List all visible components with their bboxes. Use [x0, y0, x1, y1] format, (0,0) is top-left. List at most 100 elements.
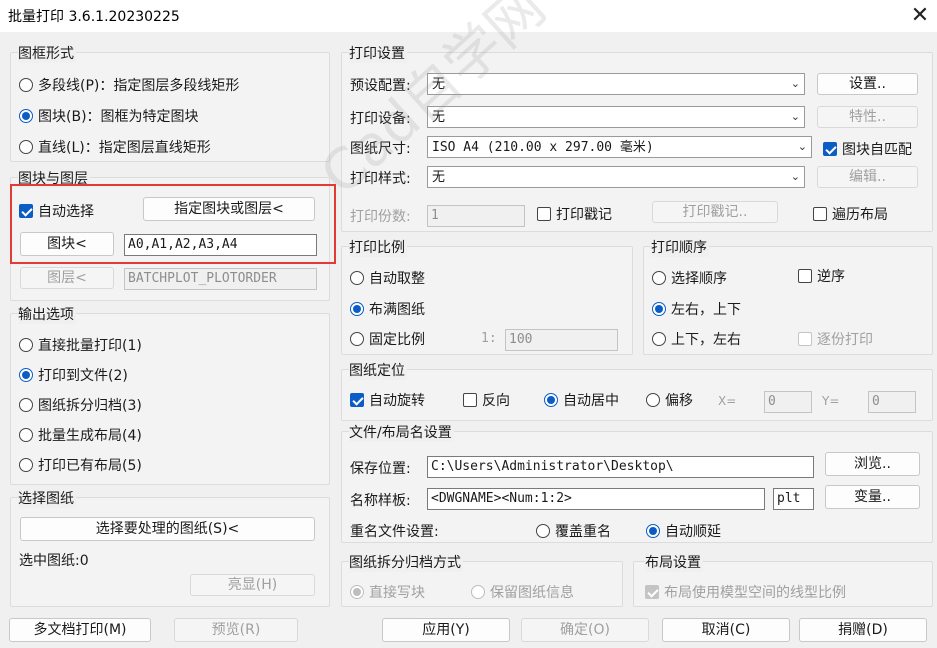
- select-drawings-button[interactable]: 选择要处理的图纸(S)<: [20, 517, 315, 541]
- radio-line[interactable]: 直线(L)：指定图层直线矩形: [19, 137, 211, 157]
- radio-dot: [350, 585, 364, 599]
- apply-button[interactable]: 应用(Y): [382, 618, 510, 642]
- radio-direct-print[interactable]: 直接批量打印(1): [19, 335, 142, 355]
- radio-label: 上下，左右: [671, 332, 741, 348]
- print-order-label: 打印顺序: [651, 237, 709, 257]
- edit-style-button[interactable]: 编辑..: [817, 166, 918, 188]
- radio-label: 偏移: [665, 393, 693, 409]
- checkbox-box: [823, 142, 837, 156]
- ok-button[interactable]: 确定(O): [521, 618, 649, 642]
- checkbox-box: [350, 393, 364, 407]
- browse-button[interactable]: 浏览..: [825, 452, 920, 476]
- radio-label: 图块(B)：图框为特定图块: [38, 109, 199, 125]
- device-label: 打印设备:: [350, 111, 411, 127]
- layer-name-input[interactable]: BATCHPLOT_PLOTORDER: [124, 268, 317, 290]
- stamp-settings-button[interactable]: 打印戳记..: [652, 201, 778, 223]
- donate-button[interactable]: 捐赠(D): [799, 618, 927, 642]
- preview-button[interactable]: 预览(R): [174, 618, 298, 642]
- stamp-checkbox[interactable]: 打印戳记: [537, 204, 612, 224]
- offset-y-input[interactable]: 0: [868, 391, 916, 413]
- chevron-down-icon: ⌄: [790, 110, 800, 123]
- model-ltscale-checkbox[interactable]: 布局使用模型空间的线型比例: [645, 582, 846, 602]
- radio-tb-lr[interactable]: 上下，左右: [652, 329, 741, 349]
- layout-settings-label: 布局设置: [645, 552, 703, 572]
- cancel-button[interactable]: 取消(C): [662, 618, 790, 642]
- radio-label: 打印到文件(2): [38, 368, 128, 384]
- name-template-input[interactable]: <DWGNAME><Num:1:2>: [427, 488, 765, 510]
- radio-auto-round[interactable]: 自动取整: [350, 268, 425, 288]
- paper-position-group: [341, 369, 933, 421]
- radio-label: 批量生成布局(4): [38, 428, 142, 444]
- reverse-direction-checkbox[interactable]: 反向: [463, 390, 510, 410]
- paper-size-select[interactable]: ISO A4 (210.00 x 297.00 毫米) ⌄: [427, 136, 812, 158]
- radio-polyline[interactable]: 多段线(P)：指定图层多段线矩形: [19, 75, 239, 95]
- checkbox-label: 遍历布局: [832, 207, 888, 223]
- radio-dot: [350, 271, 364, 285]
- multi-doc-print-button[interactable]: 多文档打印(M): [9, 618, 151, 642]
- variables-button[interactable]: 变量..: [825, 485, 920, 509]
- filename-label: 文件/布局名设置: [349, 422, 454, 442]
- block-auto-match-checkbox[interactable]: 图块自匹配: [823, 139, 912, 159]
- plot-style-select[interactable]: 无 ⌄: [427, 166, 805, 188]
- checkbox-label: 布局使用模型空间的线型比例: [664, 585, 846, 601]
- radio-dot: [19, 140, 33, 154]
- radio-fixed-scale[interactable]: 固定比例: [350, 329, 425, 349]
- checkbox-box: [645, 585, 659, 599]
- copy-by-copy-checkbox[interactable]: 逐份打印: [798, 329, 873, 349]
- extension-input[interactable]: plt: [773, 488, 814, 510]
- close-icon[interactable]: ✕: [906, 2, 934, 30]
- radio-print-layouts[interactable]: 打印已有布局(5): [19, 455, 142, 475]
- chevron-down-icon: ⌄: [790, 170, 800, 183]
- save-location-input[interactable]: C:\Users\Administrator\Desktop\: [427, 456, 814, 478]
- settings-button[interactable]: 设置..: [817, 73, 918, 95]
- radio-lr-tb[interactable]: 左右，上下: [652, 299, 741, 319]
- ratio-input[interactable]: 100: [505, 329, 618, 351]
- radio-label: 多段线(P)：指定图层多段线矩形: [38, 78, 240, 94]
- preset-value: 无: [432, 77, 446, 92]
- checkbox-label: 逆序: [817, 269, 845, 285]
- radio-keep-info[interactable]: 保留图纸信息: [471, 582, 574, 602]
- paper-position-label: 图纸定位: [349, 360, 407, 380]
- checkbox-box: [798, 332, 812, 346]
- radio-overwrite[interactable]: 覆盖重名: [536, 521, 611, 541]
- highlight-button[interactable]: 亮显(H): [190, 574, 315, 596]
- radio-split-archive[interactable]: 图纸拆分归档(3): [19, 395, 142, 415]
- radio-label: 保留图纸信息: [490, 585, 574, 601]
- radio-label: 直接批量打印(1): [38, 338, 142, 354]
- offset-x-label: X=: [718, 394, 737, 408]
- highlight-frame: [10, 184, 336, 264]
- traverse-layout-checkbox[interactable]: 遍历布局: [813, 204, 888, 224]
- device-select[interactable]: 无 ⌄: [427, 106, 805, 128]
- properties-button[interactable]: 特性..: [817, 106, 918, 128]
- radio-select-order[interactable]: 选择顺序: [652, 268, 727, 288]
- archive-label: 图纸拆分归档方式: [349, 552, 463, 572]
- checkbox-label: 图块自匹配: [842, 142, 912, 158]
- radio-dot: [652, 332, 666, 346]
- offset-y-label: Y=: [822, 394, 840, 408]
- checkbox-box: [813, 207, 827, 221]
- radio-label: 自动顺延: [665, 524, 721, 540]
- paper-label: 图纸尺寸:: [350, 141, 411, 157]
- radio-print-to-file[interactable]: 打印到文件(2): [19, 365, 128, 385]
- radio-auto-increment[interactable]: 自动顺延: [646, 521, 721, 541]
- radio-offset[interactable]: 偏移: [646, 390, 693, 410]
- output-options-label: 输出选项: [18, 304, 76, 324]
- select-drawings-label: 选择图纸: [18, 488, 76, 508]
- radio-write-block[interactable]: 直接写块: [350, 582, 425, 602]
- copies-input[interactable]: 1: [427, 205, 525, 227]
- radio-label: 直接写块: [369, 585, 425, 601]
- radio-dot: [652, 271, 666, 285]
- radio-generate-layouts[interactable]: 批量生成布局(4): [19, 425, 142, 445]
- radio-dot: [350, 302, 364, 316]
- layer-pick-button[interactable]: 图层<: [20, 267, 114, 289]
- chevron-down-icon: ⌄: [797, 140, 807, 153]
- reverse-order-checkbox[interactable]: 逆序: [798, 266, 845, 286]
- auto-rotate-checkbox[interactable]: 自动旋转: [350, 390, 425, 410]
- radio-block[interactable]: 图块(B)：图框为特定图块: [19, 106, 199, 126]
- paper-value: ISO A4 (210.00 x 297.00 毫米): [432, 140, 654, 155]
- preset-select[interactable]: 无 ⌄: [427, 73, 805, 95]
- radio-auto-center[interactable]: 自动居中: [544, 390, 619, 410]
- offset-x-input[interactable]: 0: [764, 391, 812, 413]
- checkbox-label: 反向: [482, 393, 510, 409]
- radio-fit-paper[interactable]: 布满图纸: [350, 299, 425, 319]
